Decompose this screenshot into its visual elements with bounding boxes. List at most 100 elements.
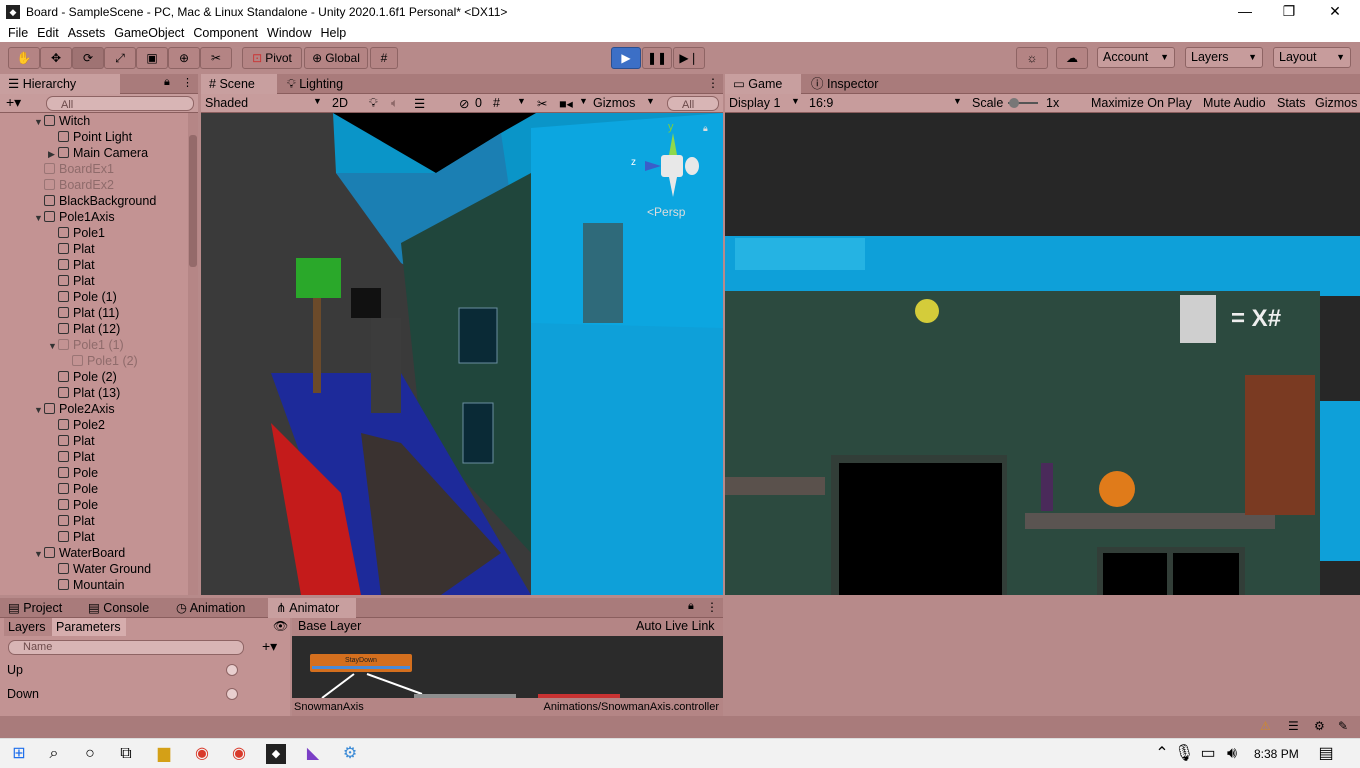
unity-icon[interactable]: ◆: [266, 744, 286, 764]
tab-inspector[interactable]: ⓘ Inspector: [803, 74, 893, 94]
transform-tool-icon[interactable]: ⊕: [168, 47, 200, 69]
hidden-objects-icon[interactable]: ⊘: [459, 96, 469, 111]
menu-help[interactable]: Help: [320, 26, 346, 40]
tab-project[interactable]: ▤ Project: [0, 598, 78, 618]
fold-open-icon[interactable]: ▼: [34, 546, 44, 562]
search-icon[interactable]: ⌕: [44, 744, 64, 764]
fold-open-icon[interactable]: ▼: [48, 338, 58, 354]
maximize-button[interactable]: ❐: [1266, 0, 1312, 23]
step-button[interactable]: ▶❘: [673, 47, 705, 69]
persp-label[interactable]: <Persp: [647, 205, 685, 219]
lighting-toggle-icon[interactable]: 💡︎: [369, 96, 378, 111]
debug-icon[interactable]: ✎: [1338, 719, 1348, 733]
hierarchy-item[interactable]: Plat (11): [0, 305, 186, 321]
hierarchy-item[interactable]: Pole: [0, 465, 186, 481]
mute-audio-toggle[interactable]: Mute Audio: [1203, 96, 1266, 110]
effects-toggle-icon[interactable]: ☰: [414, 96, 425, 111]
hierarchy-item[interactable]: Plat: [0, 513, 186, 529]
menu-file[interactable]: File: [8, 26, 28, 40]
more-icon[interactable]: ⋮: [182, 76, 193, 89]
hierarchy-item[interactable]: Pole (2): [0, 369, 186, 385]
hierarchy-item[interactable]: Plat: [0, 449, 186, 465]
tools-icon[interactable]: ✂: [537, 96, 547, 111]
chrome-icon[interactable]: ◉: [192, 744, 212, 764]
network-icon[interactable]: ▭: [1198, 744, 1218, 764]
param-row[interactable]: Down: [0, 682, 288, 706]
lock-icon[interactable]: 🔒︎: [688, 600, 694, 613]
hierarchy-item[interactable]: ▼ WaterBoard: [0, 545, 186, 561]
more-icon[interactable]: ⋮: [707, 76, 719, 90]
layout-dropdown[interactable]: Layout ▼: [1273, 47, 1351, 68]
chevron-up-icon[interactable]: ⌃: [1152, 744, 1172, 764]
hierarchy-item[interactable]: Pole: [0, 497, 186, 513]
animator-graph[interactable]: Base Layer Auto Live Link StayDown: [292, 618, 723, 698]
file-explorer-icon[interactable]: ▆: [154, 744, 174, 764]
gizmos-dropdown[interactable]: Gizmos: [593, 96, 635, 110]
hierarchy-item[interactable]: BoardEx1: [0, 161, 186, 177]
hand-tool-icon[interactable]: ✋: [8, 47, 40, 69]
menu-assets[interactable]: Assets: [68, 26, 106, 40]
chrome-icon[interactable]: ◉: [229, 744, 249, 764]
fold-closed-icon[interactable]: ▶: [48, 146, 58, 162]
hierarchy-item[interactable]: Pole2: [0, 417, 186, 433]
account-dropdown[interactable]: Account ▼: [1097, 47, 1175, 68]
shading-dropdown[interactable]: Shaded: [205, 96, 248, 110]
tab-lighting[interactable]: 💡︎ Lighting: [279, 74, 369, 94]
rotate-tool-icon[interactable]: ⟳: [72, 47, 104, 69]
param-row[interactable]: Up: [0, 658, 288, 682]
settings-icon[interactable]: ⚙: [1314, 719, 1325, 733]
clock-time[interactable]: 8:38 PM: [1254, 747, 1299, 761]
maximize-on-play-toggle[interactable]: Maximize On Play: [1091, 96, 1192, 110]
scale-slider-thumb[interactable]: [1009, 98, 1019, 108]
stats-toggle[interactable]: Stats: [1277, 96, 1306, 110]
hierarchy-item[interactable]: Plat: [0, 241, 186, 257]
scale-tool-icon[interactable]: ⤢: [104, 47, 136, 69]
minimize-button[interactable]: —: [1222, 0, 1268, 23]
camera-icon[interactable]: ■◂: [559, 96, 573, 111]
cloud-icon[interactable]: ☁: [1056, 47, 1088, 69]
windows-start-icon[interactable]: ⊞: [9, 744, 29, 764]
hierarchy-item[interactable]: Pole: [0, 481, 186, 497]
display-dropdown[interactable]: Display 1: [729, 96, 780, 110]
hierarchy-item[interactable]: BoardEx2: [0, 177, 186, 193]
cortana-icon[interactable]: ○: [80, 744, 100, 764]
tab-game[interactable]: ▭ Game: [725, 74, 801, 94]
param-search-input[interactable]: Name: [8, 640, 244, 655]
volume-icon[interactable]: 🔊︎: [1222, 744, 1242, 764]
close-button[interactable]: ✕: [1312, 0, 1358, 23]
hierarchy-item[interactable]: Pole (1): [0, 289, 186, 305]
scene-gizmo[interactable]: y z <Persp 🔒︎: [631, 121, 711, 219]
menu-edit[interactable]: Edit: [37, 26, 59, 40]
more-icon[interactable]: ⋮: [706, 600, 718, 614]
hierarchy-item[interactable]: Plat: [0, 433, 186, 449]
scrollbar-thumb[interactable]: [189, 135, 197, 267]
warning-icon[interactable]: ⚠: [1260, 719, 1271, 733]
hierarchy-item[interactable]: Plat (13): [0, 385, 186, 401]
hierarchy-item[interactable]: Plat: [0, 529, 186, 545]
param-bool-toggle[interactable]: [226, 664, 238, 676]
hierarchy-item[interactable]: Pole1: [0, 225, 186, 241]
game-gizmos-toggle[interactable]: Gizmos: [1315, 96, 1357, 110]
param-bool-toggle[interactable]: [226, 688, 238, 700]
tab-animation[interactable]: ◷ Animation: [168, 598, 260, 618]
hierarchy-item[interactable]: ▶ Main Camera: [0, 145, 186, 161]
app-icon[interactable]: ⚙: [340, 744, 360, 764]
audio-toggle-icon[interactable]: 🔈︎: [391, 96, 399, 111]
hierarchy-item[interactable]: ▼ Pole1Axis: [0, 209, 186, 225]
lock-icon[interactable]: 🔒︎: [164, 76, 170, 89]
add-param-icon[interactable]: +▾: [262, 638, 277, 655]
fold-open-icon[interactable]: ▼: [34, 210, 44, 226]
pause-button[interactable]: ❚❚: [642, 47, 672, 69]
scene-search-input[interactable]: All: [667, 96, 719, 111]
hierarchy-item[interactable]: ▼ Pole1 (1): [0, 337, 186, 353]
grid-snap-icon[interactable]: #: [370, 47, 398, 69]
lock-icon[interactable]: 🔒︎: [703, 123, 708, 134]
hierarchy-search-input[interactable]: All: [46, 96, 194, 111]
collab-icon[interactable]: ☼: [1016, 47, 1048, 69]
toggle-2d[interactable]: 2D: [332, 96, 348, 110]
pivot-toggle[interactable]: ⊡ Pivot: [242, 47, 302, 69]
menu-component[interactable]: Component: [193, 26, 258, 40]
hierarchy-item[interactable]: Plat: [0, 273, 186, 289]
microphone-icon[interactable]: 🎙︎: [1174, 744, 1194, 764]
task-view-icon[interactable]: ⧉: [116, 744, 136, 764]
